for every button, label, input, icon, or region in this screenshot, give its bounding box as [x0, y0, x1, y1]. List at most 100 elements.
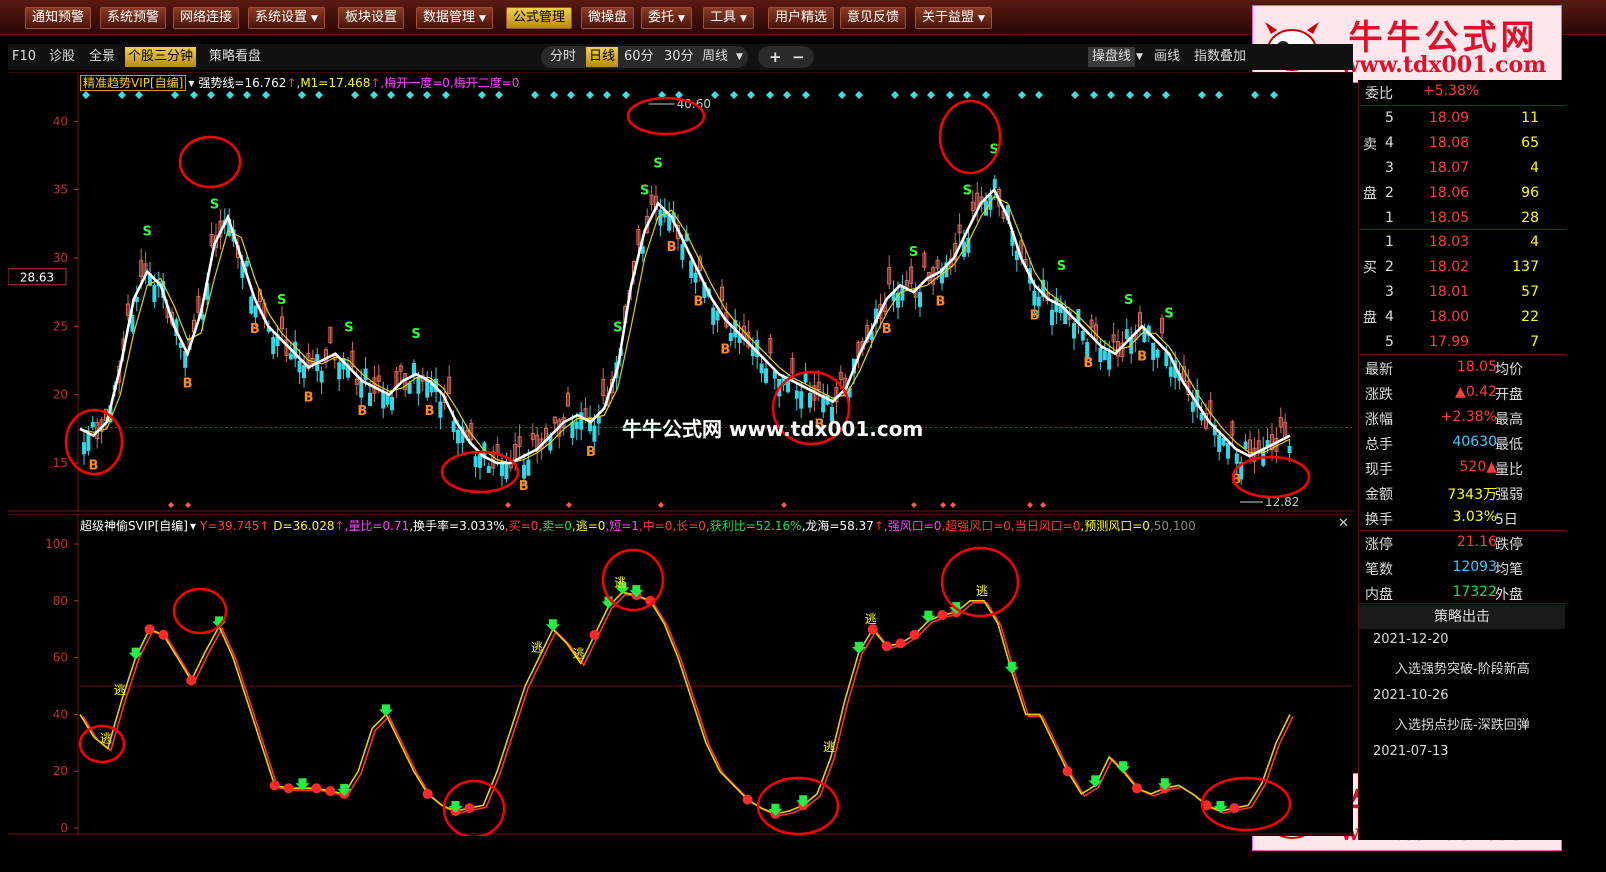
- oscillator-indicator-info: 超级神偷SVIP[自编] ▾ Y=39.745↑ D=36.028↑,量比=0.71…: [80, 517, 1196, 534]
- candle-body: [82, 442, 86, 455]
- indicator-value: ,中=0: [638, 519, 673, 533]
- quote-right-label: 强弱: [1495, 487, 1523, 503]
- strategy-title: 策略出击: [1359, 605, 1565, 629]
- candle-body: [456, 429, 460, 444]
- menu-item-8[interactable]: 委托 ▼: [641, 7, 692, 29]
- ask-row[interactable]: 4 18.08 65: [1359, 132, 1565, 156]
- candle-body: [1014, 250, 1019, 260]
- ask-row[interactable]: 5 18.09 11: [1359, 107, 1565, 131]
- menu-item-label: 意见反馈: [847, 10, 900, 25]
- period-tab-0[interactable]: 分时: [550, 47, 576, 67]
- candle-body: [526, 459, 531, 476]
- candle-body: [478, 454, 482, 468]
- tab-4[interactable]: 策略看盘: [209, 47, 261, 67]
- menu-item-11[interactable]: 意见反馈: [840, 7, 907, 29]
- buy-dot: [937, 610, 948, 620]
- menu-item-5[interactable]: 数据管理 ▼: [416, 7, 493, 29]
- bid-row[interactable]: 5 17.99 7: [1359, 331, 1565, 355]
- chevron-down-icon[interactable]: ▾: [188, 76, 194, 90]
- menu-item-3[interactable]: 系统设置 ▼: [248, 7, 325, 29]
- buy-dot: [144, 624, 155, 635]
- buy-dot: [1132, 783, 1143, 794]
- menu-item-4[interactable]: 板块设置: [338, 7, 405, 29]
- price-chart[interactable]: 15202530354028.63SSSS S SSSSSSSSSBBBBB BBBB…: [8, 72, 1353, 512]
- menu-item-7[interactable]: 微操盘: [581, 7, 635, 29]
- menu-item-9[interactable]: 工具 ▼: [703, 7, 754, 29]
- quote-right-label: 最高: [1495, 412, 1523, 428]
- menu-item-0[interactable]: 通知预警: [25, 7, 92, 29]
- indicator-chart[interactable]: 020406080100逃逃逃 逃逃逃逃逃: [8, 514, 1353, 836]
- ask-row[interactable]: 3 18.07 4: [1359, 157, 1565, 181]
- menu-item-label: 用户精选: [775, 10, 828, 25]
- sell-signal-label: S: [277, 293, 286, 308]
- bid-row[interactable]: 1 18.03 4: [1359, 231, 1565, 255]
- buy-signal-label: B: [183, 377, 193, 392]
- right-tab-0[interactable]: 操盘线: [1088, 47, 1136, 67]
- candle-body: [1072, 323, 1076, 339]
- chevron-down-icon[interactable]: ▼: [1136, 47, 1143, 67]
- candle-body: [570, 421, 575, 438]
- period-tab-2[interactable]: 60分: [624, 47, 654, 67]
- bid-price: 18.00: [1429, 309, 1470, 325]
- candle-body: [794, 390, 799, 399]
- sell-signal-label: S: [909, 245, 918, 260]
- sell-signal-label: S: [963, 184, 972, 199]
- tab-3[interactable]: 个股三分钟: [125, 47, 197, 67]
- quote-right-label: 跌停: [1495, 537, 1523, 553]
- candle-body: [689, 260, 694, 278]
- candle-body: [368, 392, 372, 406]
- y-tick-label: 40: [53, 114, 68, 128]
- indicator-name[interactable]: 精准趋势VIP[自编]: [80, 75, 187, 91]
- quote-value: 21.16: [1456, 534, 1497, 550]
- candle-body: [486, 466, 491, 473]
- candle-body: [451, 421, 456, 433]
- right-tab-2[interactable]: 指数叠加: [1194, 47, 1246, 67]
- period-tab-3[interactable]: 30分: [664, 47, 694, 67]
- y-tick-label: 25: [53, 319, 68, 333]
- zoom-in-button[interactable]: +: [769, 47, 782, 67]
- menu-item-6[interactable]: 公式管理: [506, 7, 573, 29]
- chevron-down-icon[interactable]: ▼: [736, 47, 743, 67]
- candle-body: [803, 373, 808, 383]
- buy-signal-label: B: [357, 404, 367, 419]
- menu-item-10[interactable]: 用户精选: [768, 7, 835, 29]
- escape-signal-label: 逃: [976, 584, 988, 598]
- strategy-item[interactable]: 入选强势突破-阶段新高: [1395, 658, 1530, 677]
- quote-label: 现手: [1365, 462, 1393, 478]
- period-tab-1[interactable]: 日线: [586, 47, 619, 67]
- sell-signal-label: S: [344, 320, 353, 335]
- period-tab-4[interactable]: 周线: [702, 47, 728, 67]
- chart-bg: [8, 514, 1353, 836]
- candle-body: [808, 392, 812, 408]
- bid-row[interactable]: 4 18.00 22: [1359, 306, 1565, 330]
- candle-body: [253, 305, 258, 318]
- candle-body: [728, 332, 733, 341]
- quote-row: 最新 18.05 均价: [1359, 356, 1565, 380]
- escape-signal-label: 逃: [573, 646, 585, 660]
- zoom-out-button[interactable]: −: [792, 47, 805, 67]
- buy-signal-label: B: [693, 295, 703, 310]
- bid-level: 3: [1385, 284, 1394, 300]
- strategy-item[interactable]: 入选拐点抄底-深跌回弹: [1395, 714, 1530, 733]
- tab-0[interactable]: F10: [12, 47, 36, 67]
- ask-volume: 4: [1530, 160, 1539, 176]
- tab-1[interactable]: 诊股: [49, 47, 75, 67]
- menu-item-2[interactable]: 网络连接: [173, 7, 240, 29]
- candle-body: [1234, 453, 1239, 464]
- candle-body: [381, 391, 386, 409]
- right-tab-1[interactable]: 画线: [1154, 47, 1180, 67]
- indicator-value: ↑: [286, 76, 297, 90]
- close-icon[interactable]: ✕: [1338, 516, 1349, 531]
- indicator-value: ↑: [334, 519, 345, 533]
- ask-row[interactable]: 2 18.06 96: [1359, 182, 1565, 206]
- candle-body: [1080, 330, 1085, 341]
- menu-item-12[interactable]: 关于益盟 ▼: [915, 7, 992, 29]
- ask-row[interactable]: 1 18.05 28: [1359, 207, 1565, 231]
- bid-row[interactable]: 3 18.01 57: [1359, 281, 1565, 305]
- tab-2[interactable]: 全景: [89, 47, 115, 67]
- indicator-name[interactable]: 超级神偷SVIP[自编]: [80, 519, 188, 533]
- menu-item-1[interactable]: 系统预警: [100, 7, 167, 29]
- buy-dot: [464, 803, 475, 814]
- chevron-down-icon[interactable]: ▾: [190, 519, 196, 533]
- bid-row[interactable]: 2 18.02 137: [1359, 256, 1565, 280]
